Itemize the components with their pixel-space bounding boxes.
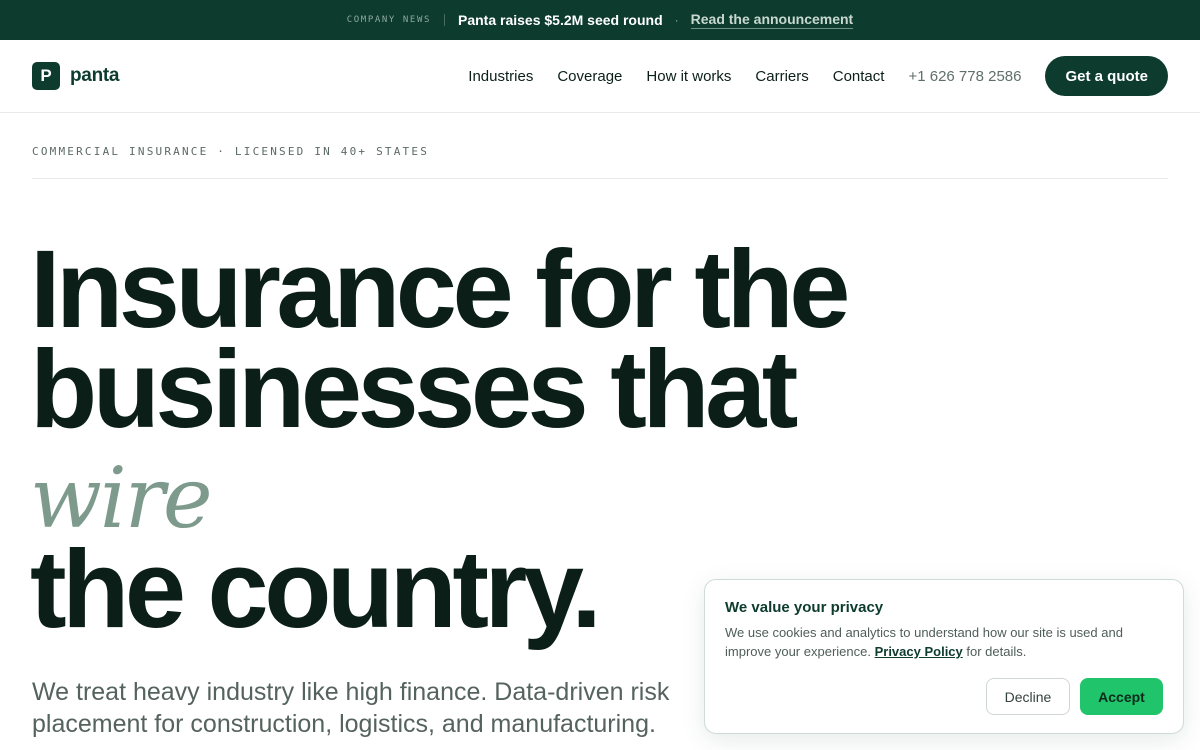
cookie-banner: We value your privacy We use cookies and… <box>704 579 1184 734</box>
announcement-headline: Panta raises $5.2M seed round <box>458 12 663 28</box>
privacy-policy-link[interactable]: Privacy Policy <box>875 644 963 659</box>
hero-subtitle: We treat heavy industry like high financ… <box>32 678 670 738</box>
nav-link-coverage[interactable]: Coverage <box>557 68 622 85</box>
cookie-actions: Decline Accept <box>986 678 1163 715</box>
main-nav: P panta Industries Coverage How it works… <box>0 40 1200 113</box>
cookie-title: We value your privacy <box>725 599 884 616</box>
announcement-tag: COMPANY NEWS <box>346 15 431 25</box>
nav-link-how-it-works[interactable]: How it works <box>646 68 731 85</box>
logo-icon: P <box>32 62 60 90</box>
brand-logo[interactable]: P panta <box>32 62 119 90</box>
cookie-body-suffix: for details. <box>966 644 1027 659</box>
nav-link-contact[interactable]: Contact <box>833 68 885 85</box>
announcement-link[interactable]: Read the announcement <box>690 11 854 29</box>
nav-links: Industries Coverage How it works Carrier… <box>444 56 1168 96</box>
phone-number[interactable]: +1 626 778 2586 <box>908 68 1021 85</box>
brand-name: panta <box>70 65 120 86</box>
get-quote-button[interactable]: Get a quote <box>1045 56 1168 96</box>
nav-link-industries[interactable]: Industries <box>468 68 533 85</box>
announcement-bar: COMPANY NEWS Panta raises $5.2M seed rou… <box>0 0 1200 40</box>
hero-title-line-1: Insurance for the <box>30 228 850 351</box>
accept-button[interactable]: Accept <box>1080 678 1163 715</box>
announcement-divider <box>444 14 445 26</box>
decline-button[interactable]: Decline <box>986 678 1070 715</box>
hero-title-line-2: businesses that <box>30 328 798 451</box>
nav-link-carriers[interactable]: Carriers <box>755 68 808 85</box>
announcement-dot: · <box>674 13 679 27</box>
cookie-body: We use cookies and analytics to understa… <box>725 623 1163 661</box>
hero-eyebrow: COMMERCIAL INSURANCE · LICENSED IN 40+ S… <box>32 145 1168 179</box>
hero-title-accent: wire <box>30 449 213 547</box>
